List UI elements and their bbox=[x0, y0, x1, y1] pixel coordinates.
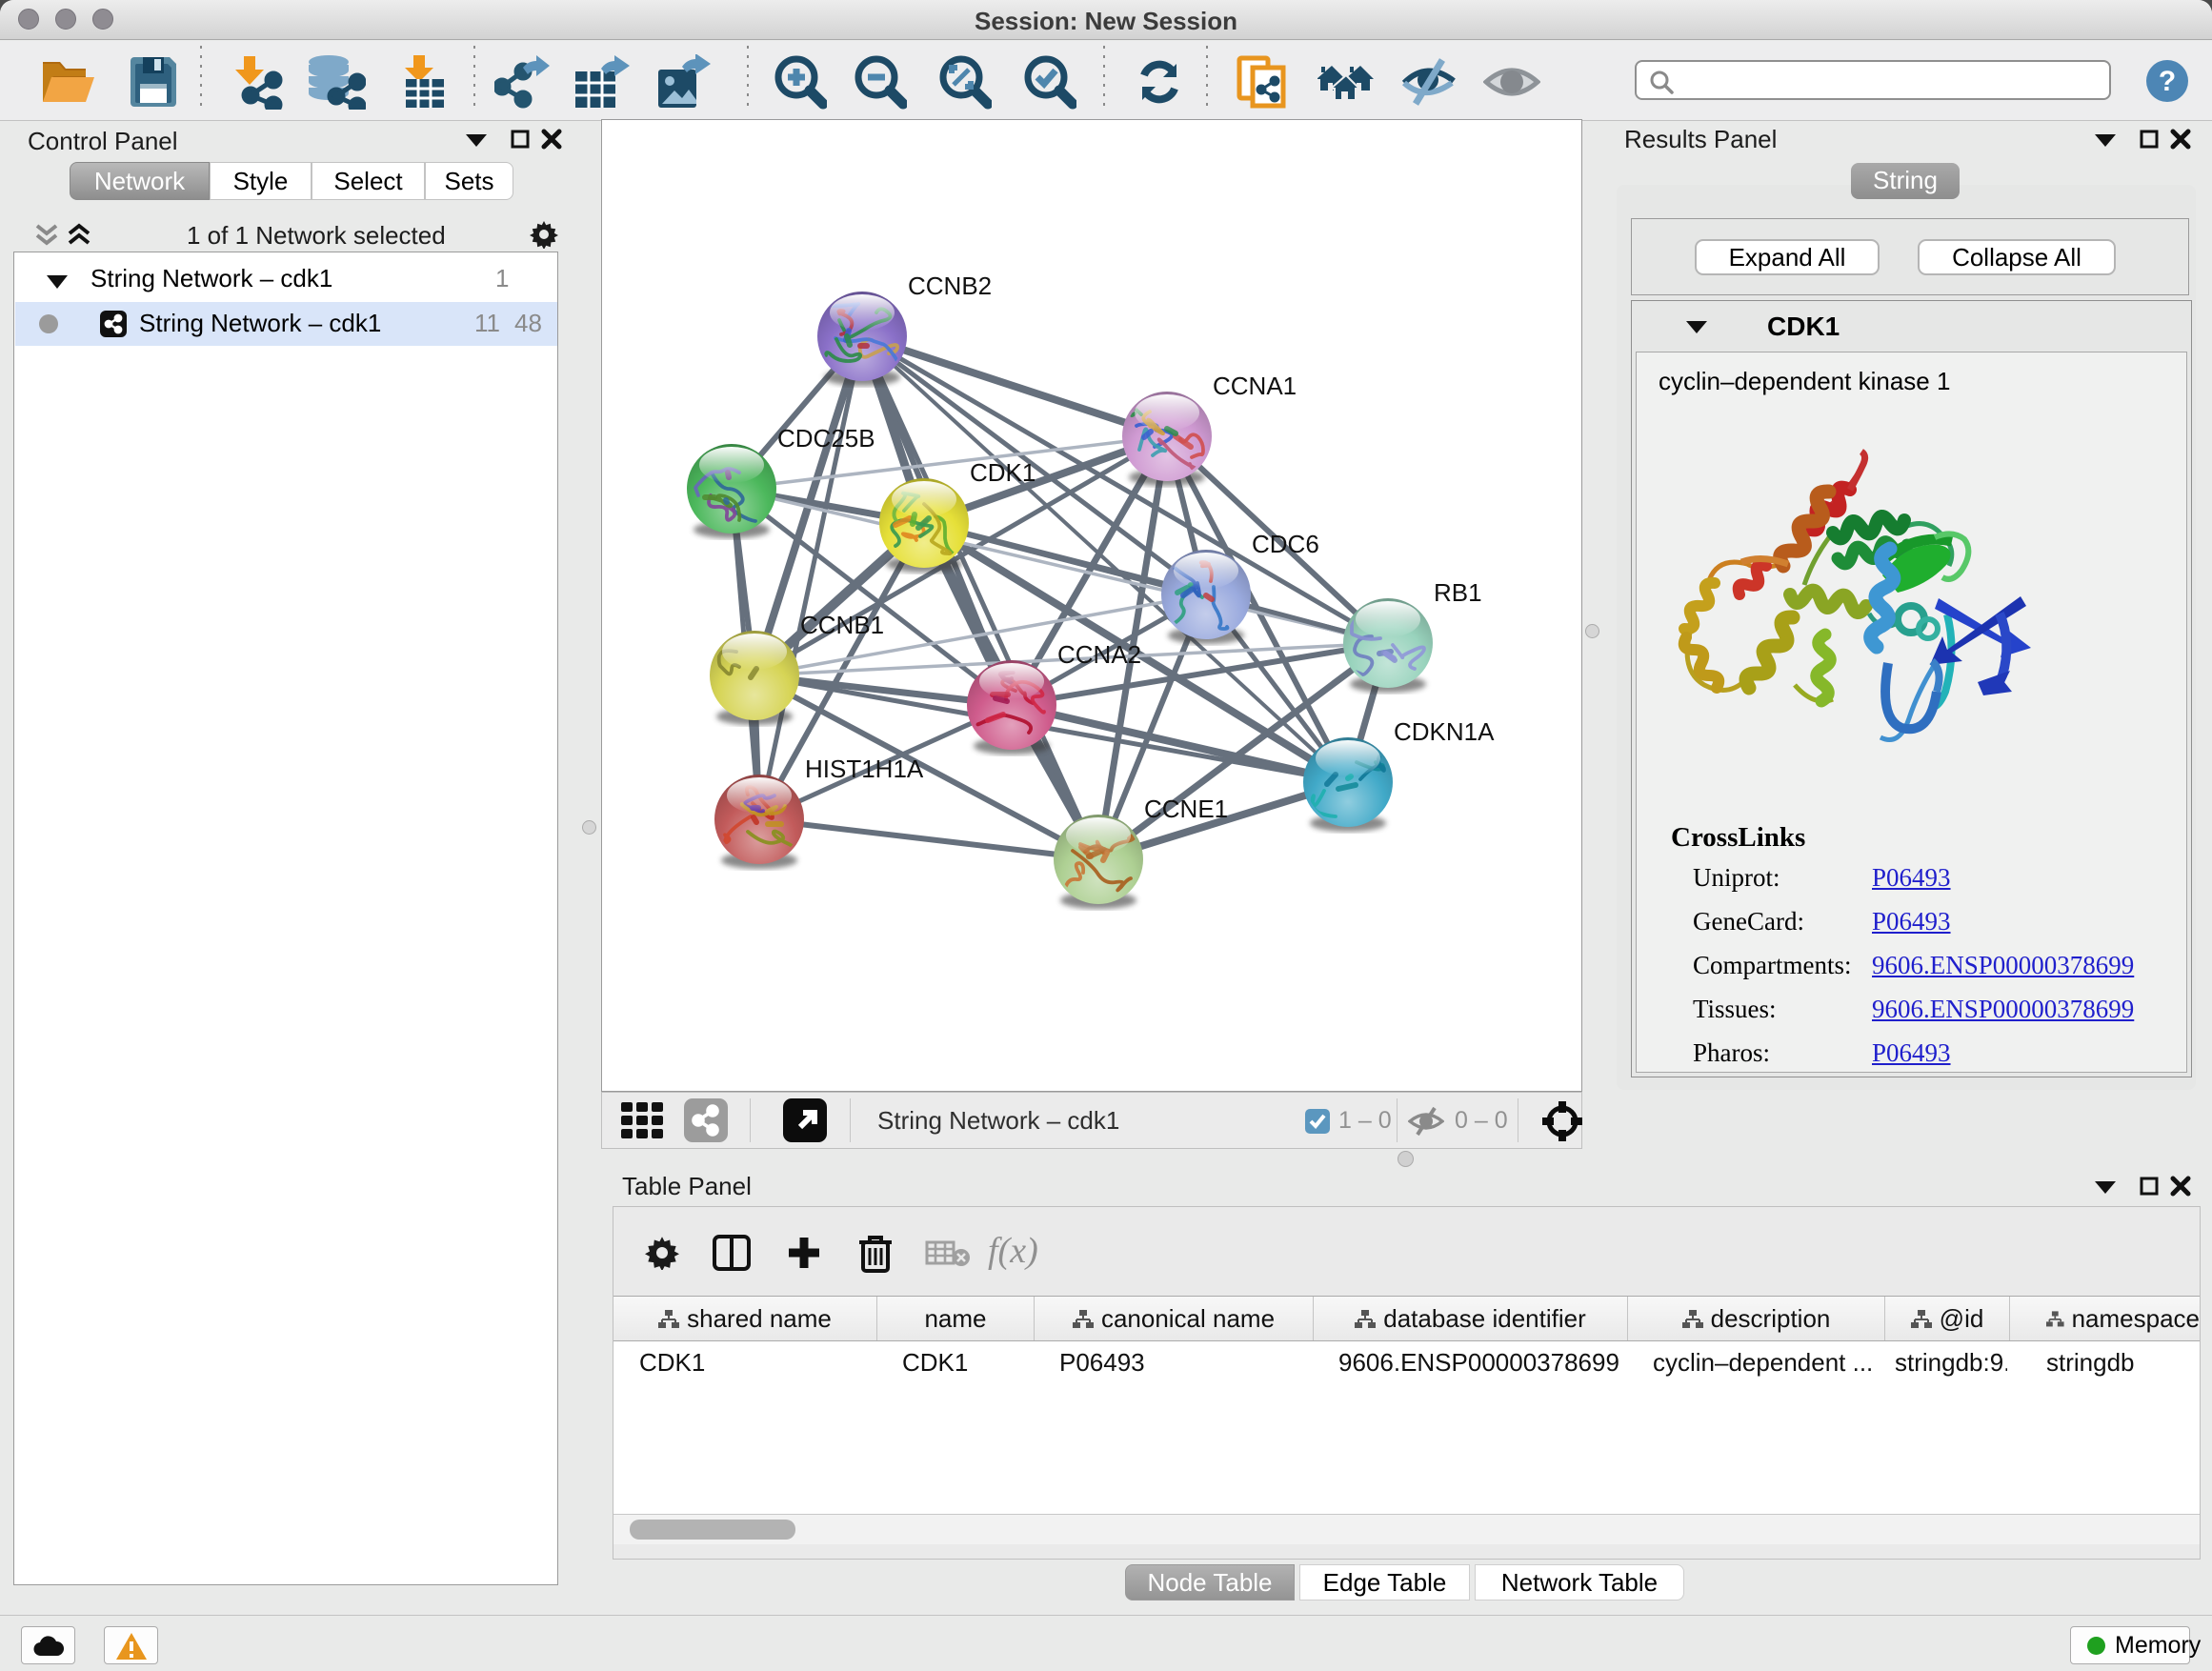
svg-text:CCNA1: CCNA1 bbox=[1213, 372, 1297, 400]
svg-text:CDK1: CDK1 bbox=[970, 458, 1036, 487]
svg-text:CCNA2: CCNA2 bbox=[1057, 640, 1141, 669]
svg-text:CDC6: CDC6 bbox=[1252, 530, 1319, 558]
svg-text:CDC25B: CDC25B bbox=[777, 424, 875, 453]
svg-text:?: ? bbox=[2159, 66, 2176, 97]
svg-text:CCNB2: CCNB2 bbox=[908, 272, 992, 300]
svg-text:RB1: RB1 bbox=[1434, 578, 1482, 607]
svg-text:CCNE1: CCNE1 bbox=[1144, 795, 1228, 823]
svg-text:CCNB1: CCNB1 bbox=[800, 611, 884, 639]
svg-text:CDKN1A: CDKN1A bbox=[1394, 717, 1495, 746]
svg-text:HIST1H1A: HIST1H1A bbox=[805, 755, 924, 783]
